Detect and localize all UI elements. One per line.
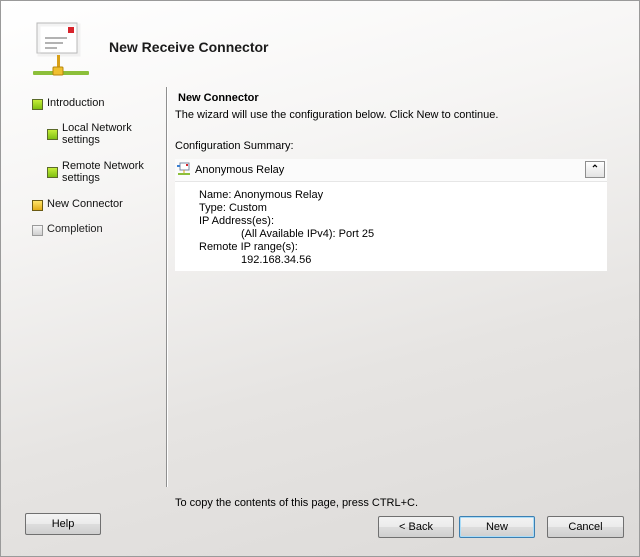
summary-title: Anonymous Relay [195,164,285,176]
nav-step-introduction[interactable]: Introduction [32,97,104,110]
nav-step-local-network[interactable]: Local Network settings [47,122,147,146]
collapse-button[interactable]: ⌃ [585,161,605,178]
nav-step-label: Local Network settings [62,122,132,146]
connector-icon [177,162,190,175]
receive-connector-icon [33,22,89,76]
step-complete-icon [47,167,58,178]
wizard-window: New Receive Connector Introduction Local… [0,0,640,557]
wizard-title: New Receive Connector [109,39,269,55]
summary-line: IP Address(es): [199,215,274,227]
help-button[interactable]: Help [25,513,101,535]
summary-line: (All Available IPv4): Port 25 [241,228,375,240]
copy-hint: To copy the contents of this page, press… [175,497,419,509]
wizard-steps-nav: Introduction Local Network settings Remo… [1,87,166,487]
summary-header[interactable]: Anonymous Relay ⌃ [175,159,607,182]
nav-step-label: New Connector [47,198,123,210]
step-pending-icon [32,225,43,236]
step-complete-icon [47,129,58,140]
cancel-button[interactable]: Cancel [547,516,624,538]
nav-step-new-connector[interactable]: New Connector [32,198,123,211]
back-button[interactable]: < Back [378,516,454,538]
nav-divider [166,87,168,487]
main-panel: New Connector The wizard will use the co… [175,87,615,487]
nav-step-completion[interactable]: Completion [32,223,103,236]
nav-step-remote-network[interactable]: Remote Network settings [47,160,147,184]
summary-line: 192.168.34.56 [241,254,312,266]
new-button[interactable]: New [459,516,535,538]
nav-step-label: Introduction [47,97,105,109]
page-title: New Connector [178,92,259,104]
summary-line: Type: Custom [199,202,267,214]
nav-step-label: Completion [47,223,103,235]
wizard-header: New Receive Connector [1,1,639,85]
step-complete-icon [32,99,43,110]
summary-line: Remote IP range(s): [199,241,298,253]
page-description: The wizard will use the configuration be… [175,109,499,121]
chevron-up-double-icon: ⌃ [590,164,600,175]
nav-step-label: Remote Network settings [62,160,144,184]
summary-label: Configuration Summary: [175,140,294,152]
step-current-icon [32,200,43,211]
configuration-summary: Anonymous Relay ⌃ Name: Anonymous Relay … [175,159,607,271]
summary-line: Name: Anonymous Relay [199,189,324,201]
